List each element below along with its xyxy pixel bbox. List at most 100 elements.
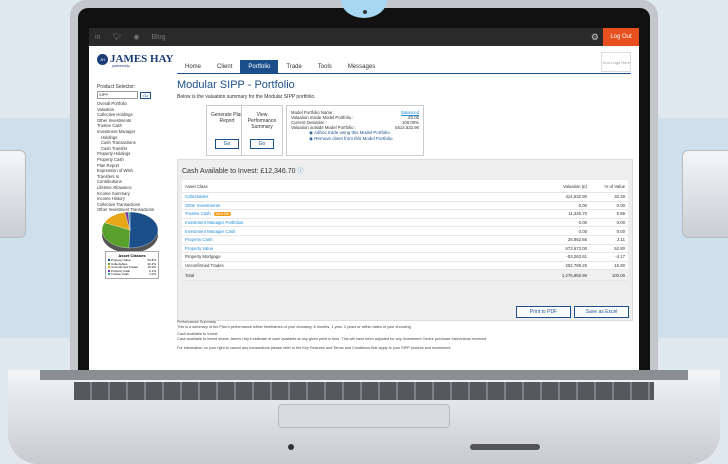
asset-cell[interactable]: Other Investments	[182, 201, 538, 211]
pct-cell: 2.11	[590, 235, 628, 245]
pct-cell: 0.00	[590, 201, 628, 211]
cash-panel: Cash Available to Invest: £12,346.70 ⓘ A…	[177, 159, 633, 321]
asset-cell[interactable]: Property Value	[182, 244, 538, 254]
asset-name[interactable]: Investment Manager Cash	[185, 229, 235, 234]
asset-name[interactable]: Collectables	[185, 194, 208, 199]
base-slot	[470, 444, 540, 450]
asset-name[interactable]: Property Value	[185, 246, 213, 251]
legend-value: 1.0%	[149, 272, 156, 277]
table-header: Asset Class Valuation (£) % of Value	[182, 180, 628, 193]
asset-cell[interactable]: Collectables	[182, 192, 538, 202]
asset-cell: Unconfirmed Trades	[182, 261, 538, 271]
pct-cell: 52.80	[590, 244, 628, 254]
cash-available-heading: Cash Available to Invest: £12,346.70 ⓘ	[178, 160, 632, 180]
pct-cell: 0.00	[590, 218, 628, 228]
valuation-cell: -53,263.61	[538, 252, 590, 262]
asset-cell[interactable]: Property Cash	[182, 235, 538, 245]
valuation-cell: 202,799.25	[538, 261, 590, 271]
table-row: Unconfirmed Trades 202,799.25 15.90	[182, 261, 628, 271]
asset-name[interactable]: Trustee Cash	[185, 211, 211, 216]
right-device	[682, 150, 728, 238]
power-light-icon	[288, 444, 294, 450]
remove-client-link[interactable]: ◉ Remove client from this Model Portfoli…	[287, 136, 423, 142]
asset-name[interactable]: Investment Manager Portfolios	[185, 220, 243, 225]
performance-summary-card: View Performance Summary Go	[241, 105, 283, 156]
valuation-cell: 11,346.70	[538, 209, 590, 219]
total-row: Total 1,275,950.90 100.00	[182, 269, 628, 282]
legend-label: Trustee Cash	[108, 273, 129, 277]
legend-row: Trustee Cash 1.0%	[106, 273, 158, 277]
app-screen: in 🐦︎ ◉ Blog ⚙ Log Out JH JAMES HAY part…	[89, 28, 639, 376]
page-title: Modular SIPP - Portfolio	[177, 79, 295, 91]
valuation-cell: 0.00	[538, 201, 590, 211]
pct-cell: 0.00	[590, 226, 628, 236]
tab-trade[interactable]: Trade	[278, 60, 309, 74]
left-device	[0, 150, 26, 238]
total-label: Total	[182, 269, 538, 282]
nav-underline	[177, 73, 631, 74]
asset-cell: Property Mortgage	[182, 252, 538, 262]
valuation-cell: 673,673.00	[538, 244, 590, 254]
table-row: Investment Manager Portfolios 0.00 0.00	[182, 218, 628, 228]
pct-cell: 0.89	[590, 209, 628, 219]
pct-cell: 32.49	[590, 192, 628, 202]
print-pdf-button[interactable]: Print to PDF	[516, 306, 571, 318]
tab-portfolio[interactable]: Portfolio	[240, 60, 279, 74]
remove-client-text[interactable]: Remove client from this Model Portfolio	[314, 136, 392, 141]
brand-badge: JH	[97, 53, 108, 65]
sidebar-menu: Overall Portfolio Valuation Collective Hol…	[97, 101, 179, 213]
asset-name[interactable]: Other Investments	[185, 203, 220, 208]
performance-summary-label: View Performance Summary	[247, 112, 277, 130]
page-subtitle: Below is the valuation summary for the M…	[177, 94, 316, 100]
table-row: Investment Manager Cash 0.00 0.00	[182, 226, 628, 236]
instagram-icon[interactable]: ◉	[133, 33, 139, 41]
model-portfolio-box: Model Portfolio Name : Balanced Valuation …	[286, 105, 424, 156]
adhoc-trade-text[interactable]: Adhoc trade using this Model Portfolio	[314, 130, 390, 135]
asset-cell[interactable]: Investment Manager Portfolios	[182, 218, 538, 228]
footer-cancel-text: For information on your right to cancel …	[177, 346, 452, 350]
table-row: Other Investments 0.00 0.00	[182, 201, 628, 211]
performance-summary-go-button[interactable]: Go	[250, 139, 274, 149]
trackpad	[278, 404, 450, 428]
product-select[interactable]: SIPP	[97, 91, 138, 99]
your-logo-placeholder: Your Logo Here	[601, 52, 631, 72]
pct-cell: -4.17	[590, 252, 628, 262]
header-valuation: Valuation (£)	[538, 180, 590, 193]
save-excel-button[interactable]: Save as Excel	[574, 306, 629, 318]
save-excel-label: Save as Excel	[585, 309, 618, 315]
header-asset-class: Asset Class	[182, 180, 538, 193]
camera-icon	[363, 10, 367, 14]
model-portfolio-value: £614,532.90	[395, 125, 419, 130]
product-go-button[interactable]: Go	[140, 91, 152, 99]
table-row: Property Cash 26,862.66 2.11	[182, 235, 628, 245]
twitter-icon[interactable]: 🐦︎	[112, 33, 121, 41]
asset-name[interactable]: Property Cash	[185, 237, 212, 242]
tab-messages[interactable]: Messages	[340, 60, 383, 74]
cash-available-text: Cash Available to Invest: £12,346.70	[182, 168, 296, 175]
pct-cell: 15.90	[590, 261, 628, 271]
table-row: Property Value 673,673.00 52.80	[182, 244, 628, 254]
asset-cell[interactable]: Trustee Cash Alert Me	[182, 209, 538, 219]
legend-label-text: Trustee Cash	[111, 272, 129, 277]
header-pct: % of Value	[590, 180, 628, 193]
tab-tools[interactable]: Tools	[310, 60, 340, 74]
tab-client[interactable]: Client	[209, 60, 240, 74]
valuation-cell: 26,862.66	[538, 235, 590, 245]
info-icon[interactable]: ⓘ	[297, 169, 303, 175]
tab-home[interactable]: Home	[177, 60, 209, 74]
asset-table: Asset Class Valuation (£) % of Value Col…	[182, 180, 628, 282]
logout-button[interactable]: Log Out	[603, 28, 639, 46]
blog-link[interactable]: Blog	[151, 34, 165, 41]
linkedin-icon[interactable]: in	[95, 34, 100, 41]
asset-classes-legend: Asset Classes Property Value 52.8% Collect…	[105, 251, 159, 279]
keyboard	[74, 382, 654, 400]
table-row: Trustee Cash Alert Me 11,346.70 0.89	[182, 209, 628, 219]
total-pct: 100.00	[590, 269, 628, 282]
gear-icon[interactable]: ⚙	[591, 32, 599, 43]
brand-sub: partnership	[112, 64, 130, 68]
alert-me-badge[interactable]: Alert Me	[213, 212, 232, 217]
brand-logo[interactable]: JH JAMES HAY	[97, 53, 173, 65]
generate-plan-go-button[interactable]: Go	[215, 139, 239, 149]
sidebar: Product Selector: SIPP Go Overall Portfo…	[97, 84, 179, 213]
asset-cell[interactable]: Investment Manager Cash	[182, 226, 538, 236]
